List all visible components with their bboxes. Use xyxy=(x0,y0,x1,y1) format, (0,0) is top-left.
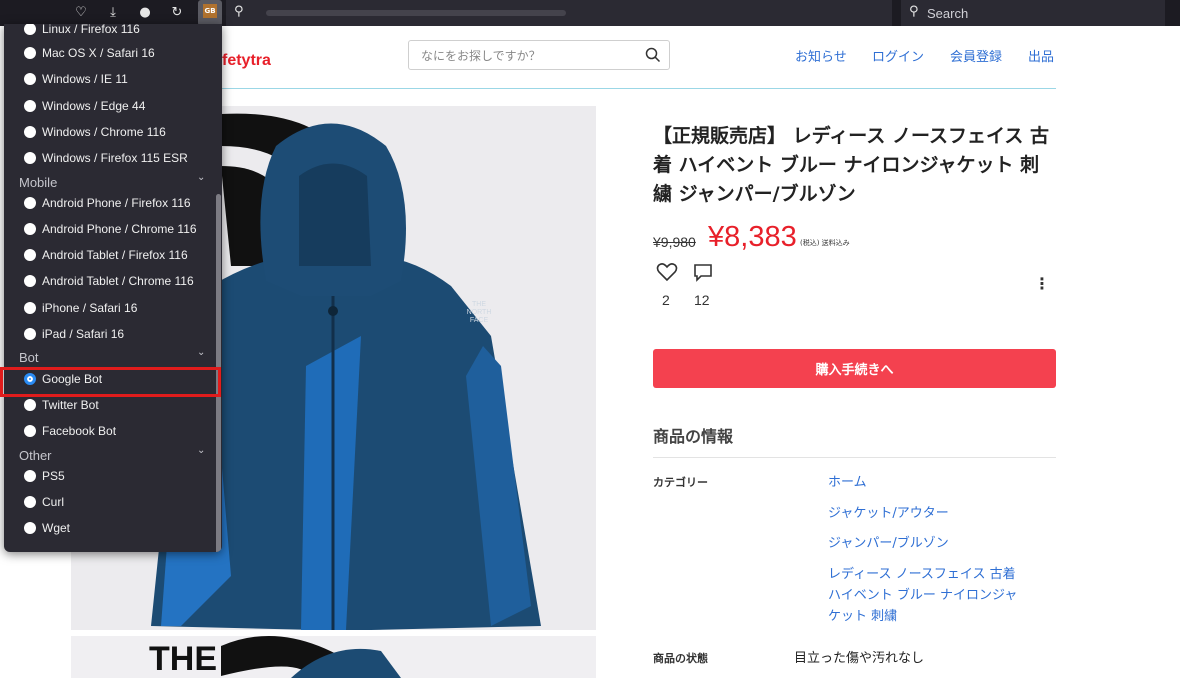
thumbnail-logo-text: THE xyxy=(149,640,217,678)
sale-price: ¥8,383 xyxy=(708,221,797,253)
comment-icon[interactable] xyxy=(692,262,714,282)
ua-option[interactable]: Windows / Chrome 116 xyxy=(24,125,166,139)
radio-icon[interactable] xyxy=(24,425,36,437)
url-text-redacted xyxy=(266,10,566,16)
like-icon[interactable] xyxy=(656,262,678,282)
radio-icon[interactable] xyxy=(24,126,36,138)
ua-option[interactable]: Android Phone / Firefox 116 xyxy=(24,196,191,210)
condition-value: 目立った傷や汚れなし xyxy=(794,651,925,666)
ua-option[interactable]: Linux / Firefox 116 xyxy=(24,24,140,36)
search-icon: ⚲ xyxy=(234,4,244,19)
radio-icon[interactable] xyxy=(24,522,36,534)
jacket-logo-text: THE NORTH FACE xyxy=(466,301,492,324)
browser-search-bar[interactable]: ⚲ Search xyxy=(901,0,1165,26)
site-search-box[interactable] xyxy=(408,40,670,70)
ua-option[interactable]: Android Phone / Chrome 116 xyxy=(24,222,197,236)
radio-icon[interactable] xyxy=(24,302,36,314)
product-info-heading: 商品の情報 xyxy=(653,427,734,446)
radio-icon[interactable] xyxy=(24,223,36,235)
radio-icon[interactable] xyxy=(24,275,36,287)
circle-icon[interactable]: ● xyxy=(136,4,154,22)
purchase-button[interactable]: 購入手続きへ xyxy=(653,349,1056,388)
ua-option[interactable]: Android Tablet / Chrome 116 xyxy=(24,274,194,288)
nav-login[interactable]: ログイン xyxy=(872,46,924,65)
group-label-other: Other xyxy=(19,448,52,463)
gb-extension-button[interactable]: GB xyxy=(198,0,222,26)
ua-option[interactable]: iPhone / Safari 16 xyxy=(24,301,137,315)
ua-option[interactable]: Windows / IE 11 xyxy=(24,72,128,86)
ua-option[interactable]: Windows / Edge 44 xyxy=(24,99,145,113)
radio-icon[interactable] xyxy=(24,152,36,164)
chevron-down-icon[interactable]: ⌄ xyxy=(197,172,205,183)
ua-option[interactable]: Android Tablet / Firefox 116 xyxy=(24,248,188,262)
radio-icon[interactable] xyxy=(24,24,36,35)
radio-icon[interactable] xyxy=(24,47,36,59)
condition-label: 商品の状態 xyxy=(653,652,708,665)
radio-icon[interactable] xyxy=(24,496,36,508)
radio-icon[interactable] xyxy=(24,328,36,340)
url-bar[interactable]: ⚲ xyxy=(226,0,892,26)
chevron-down-icon[interactable]: ⌄ xyxy=(197,445,205,456)
nav-register[interactable]: 会員登録 xyxy=(950,46,1002,65)
category-link-product[interactable]: ハイベント ブルー ナイロンジャ xyxy=(828,585,1017,606)
radio-icon[interactable] xyxy=(24,470,36,482)
browser-toolbar: ♡ ⤓ ● ↻ GB ⚲ ⚲ Search xyxy=(0,0,1180,26)
nav-news[interactable]: お知らせ xyxy=(795,46,847,65)
chevron-down-icon[interactable]: ⌄ xyxy=(197,347,205,358)
user-agent-popup: Linux / Firefox 116 Mac OS X / Safari 16… xyxy=(4,24,222,552)
category-link-jacket-outer[interactable]: ジャケット/アウター xyxy=(828,503,949,524)
ua-option[interactable]: Twitter Bot xyxy=(24,398,99,412)
radio-icon[interactable] xyxy=(24,399,36,411)
browser-search-placeholder: Search xyxy=(927,6,969,21)
category-link-jumper-blouson[interactable]: ジャンパー/ブルゾン xyxy=(828,533,949,554)
radio-icon[interactable] xyxy=(24,197,36,209)
category-label: カテゴリー xyxy=(653,476,708,489)
product-title: 【正規販売店】 レディース ノースフェイス 古着 ハイベント ブルー ナイロンジ… xyxy=(653,125,1050,205)
group-label-bot: Bot xyxy=(19,350,39,365)
comment-count: 12 xyxy=(694,292,710,308)
category-link-product[interactable]: レディース ノースフェイス 古着 xyxy=(828,564,1016,585)
pocket-icon[interactable]: ♡ xyxy=(72,4,90,22)
group-label-mobile: Mobile xyxy=(19,175,58,190)
like-count: 2 xyxy=(662,292,670,308)
ua-option[interactable]: iPad / Safari 16 xyxy=(24,327,124,341)
ua-option[interactable]: Wget xyxy=(24,521,70,535)
refresh-ext-icon[interactable]: ↻ xyxy=(168,4,186,22)
selection-highlight-box xyxy=(0,367,221,397)
ua-option[interactable]: PS5 xyxy=(24,469,65,483)
header-divider xyxy=(222,88,1056,89)
radio-icon[interactable] xyxy=(24,73,36,85)
product-thumbnail[interactable]: THE xyxy=(71,636,596,678)
section-divider xyxy=(653,457,1056,458)
ua-option[interactable]: Facebook Bot xyxy=(24,424,116,438)
more-options-icon[interactable]: ⋮ xyxy=(1034,272,1050,296)
category-link-home[interactable]: ホーム xyxy=(828,472,867,493)
category-link-product[interactable]: ケット 刺繍 xyxy=(828,606,897,627)
radio-icon[interactable] xyxy=(24,100,36,112)
gb-extension-icon: GB xyxy=(203,4,217,18)
original-price: ¥9,980 xyxy=(653,234,696,250)
ua-option[interactable]: Curl xyxy=(24,495,64,509)
ua-option[interactable]: Mac OS X / Safari 16 xyxy=(24,46,155,60)
nav-sell[interactable]: 出品 xyxy=(1028,46,1054,65)
download-icon[interactable]: ⤓ xyxy=(104,4,122,22)
search-icon: ⚲ xyxy=(909,4,919,19)
site-search-input[interactable] xyxy=(419,45,633,67)
radio-icon[interactable] xyxy=(24,249,36,261)
search-icon[interactable] xyxy=(645,47,661,63)
tax-shipping-note: (税込) 送料込み xyxy=(800,239,850,247)
site-logo[interactable]: fetytra xyxy=(222,52,271,70)
ua-option[interactable]: Windows / Firefox 115 ESR xyxy=(24,151,188,165)
